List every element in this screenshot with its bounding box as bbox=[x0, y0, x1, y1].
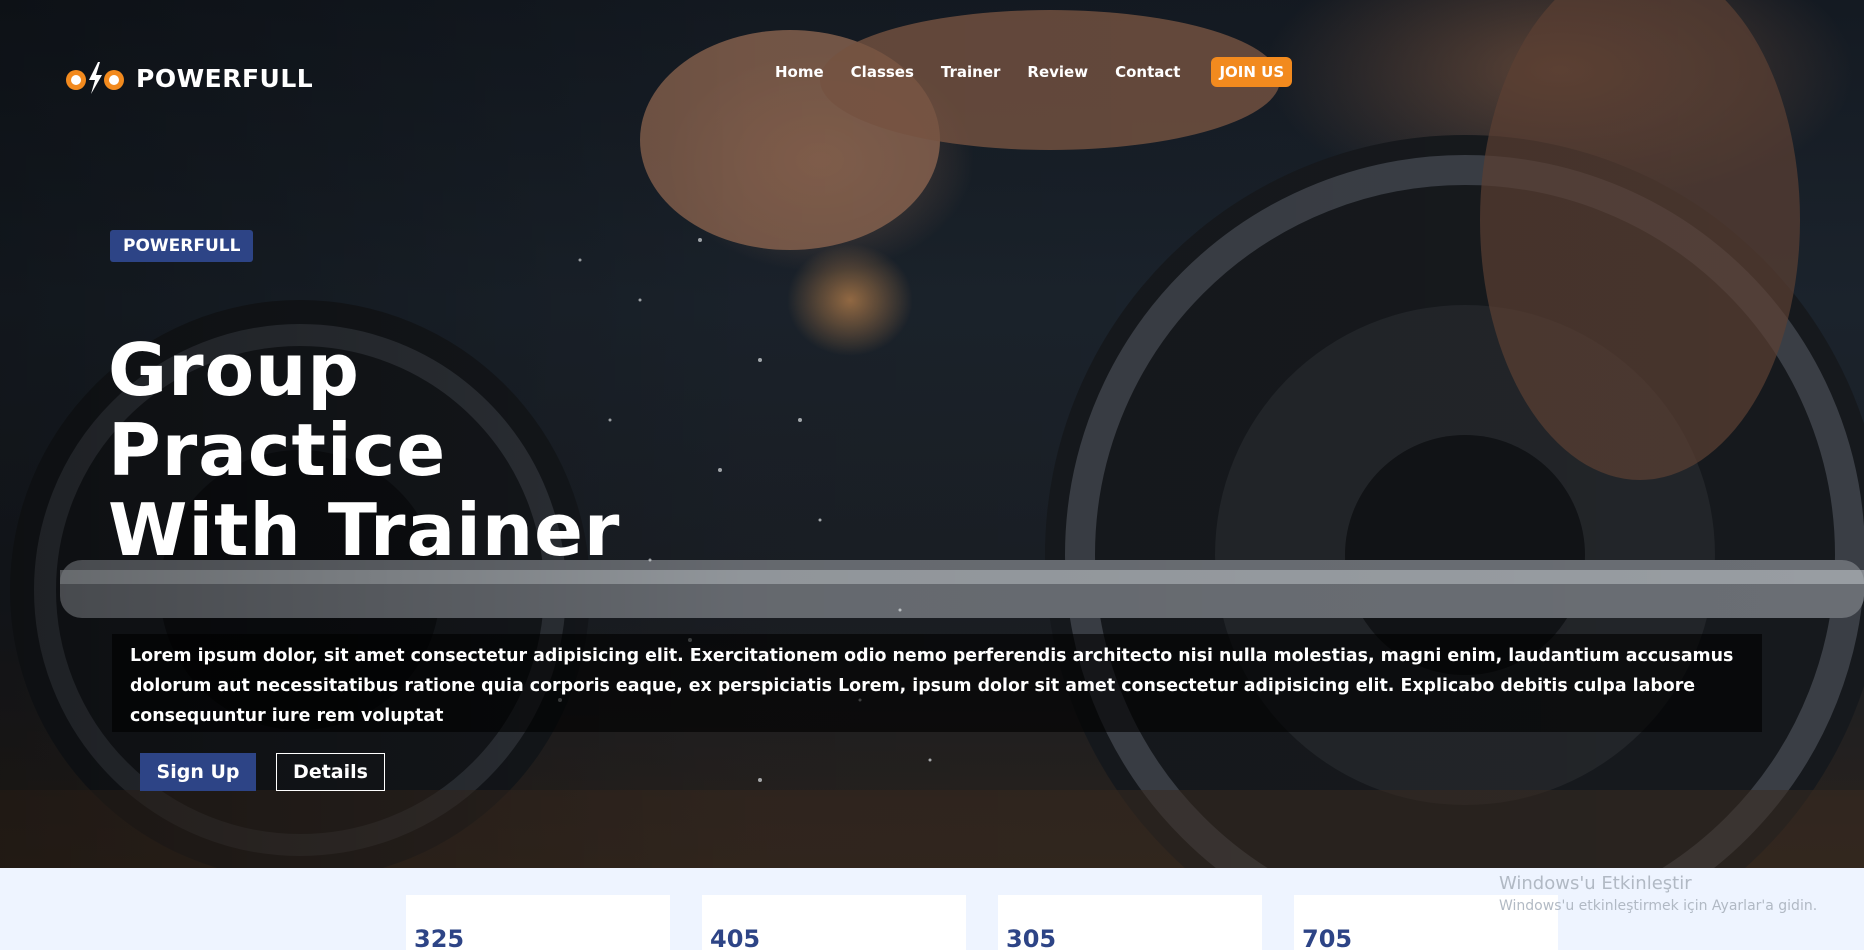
hero-description-box: Lorem ipsum dolor, sit amet consectetur … bbox=[112, 634, 1762, 732]
brand-name: POWERFULL bbox=[136, 63, 314, 93]
nav-classes[interactable]: Classes bbox=[851, 63, 914, 81]
hero-badge: POWERFULL bbox=[110, 230, 254, 262]
nav-home[interactable]: Home bbox=[775, 63, 824, 81]
stat-card: 305 bbox=[998, 895, 1262, 950]
headline-line-3: With Trainer bbox=[108, 488, 621, 572]
stat-card: 325 bbox=[406, 895, 670, 950]
watermark-title: Windows'u Etkinleştir bbox=[1499, 873, 1692, 894]
hero-description: Lorem ipsum dolor, sit amet consectetur … bbox=[130, 646, 1734, 726]
stat-number: 405 bbox=[710, 925, 761, 950]
main-nav: Home Classes Trainer Review Contact JOIN… bbox=[775, 57, 1293, 87]
hero-headline: Group Practice With Trainer bbox=[108, 330, 620, 570]
nav-trainer[interactable]: Trainer bbox=[941, 63, 1001, 81]
nav-contact[interactable]: Contact bbox=[1115, 63, 1180, 81]
windows-activation-watermark: Windows'u Etkinleştir Windows'u etkinleş… bbox=[1499, 873, 1817, 914]
headline-line-1: Group bbox=[108, 328, 360, 412]
sign-up-button[interactable]: Sign Up bbox=[140, 753, 256, 791]
stat-card: 405 bbox=[702, 895, 966, 950]
dumbbell-lightning-icon bbox=[66, 62, 124, 94]
details-button[interactable]: Details bbox=[276, 753, 385, 791]
stat-number: 325 bbox=[414, 925, 465, 950]
join-us-button[interactable]: JOIN US bbox=[1211, 57, 1293, 87]
nav-review[interactable]: Review bbox=[1027, 63, 1088, 81]
stat-number: 705 bbox=[1302, 925, 1353, 950]
brand-logo[interactable]: POWERFULL bbox=[62, 60, 313, 96]
watermark-subtitle: Windows'u etkinleştirmek için Ayarlar'a … bbox=[1499, 898, 1818, 914]
headline-line-2: Practice bbox=[108, 408, 447, 492]
stat-number: 305 bbox=[1006, 925, 1057, 950]
